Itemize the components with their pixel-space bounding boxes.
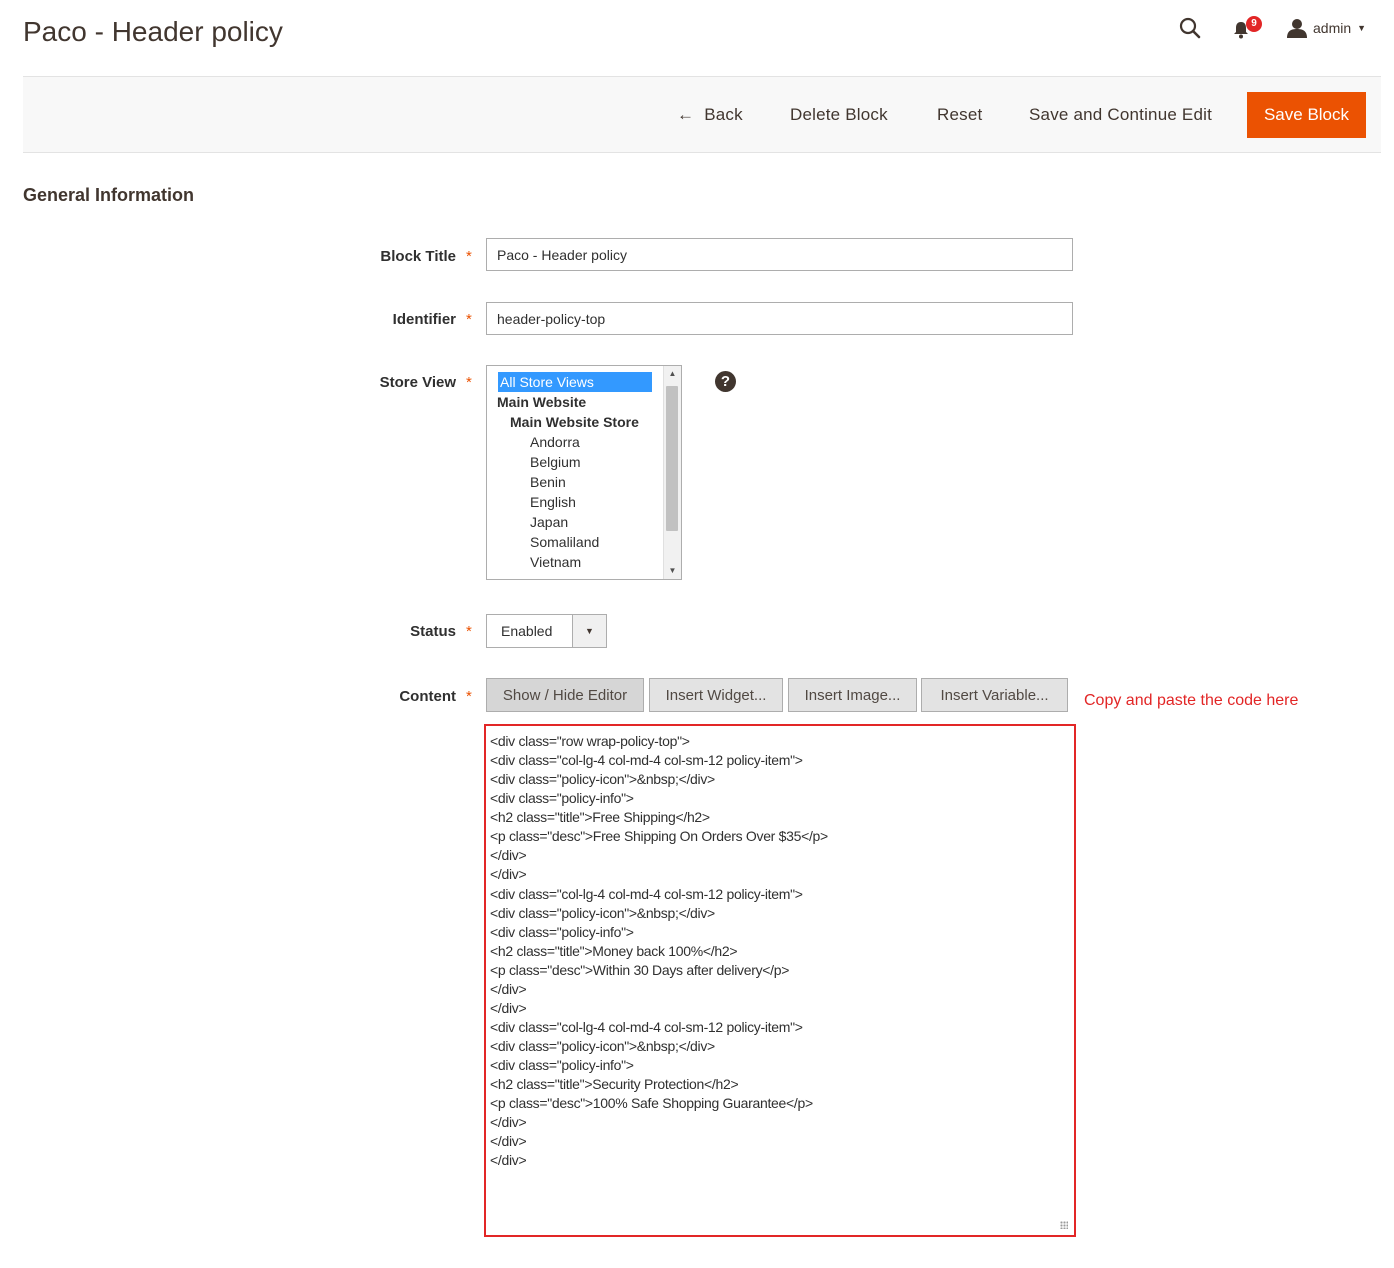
- page-title: Paco - Header policy: [23, 16, 283, 47]
- store-view-option[interactable]: English: [497, 492, 653, 512]
- delete-block-button[interactable]: Delete Block: [790, 92, 888, 138]
- code-line: <div class="col-lg-4 col-md-4 col-sm-12 …: [490, 752, 803, 769]
- reset-button[interactable]: Reset: [937, 92, 982, 138]
- store-view-options: All Store Views Main Website Main Websit…: [497, 372, 653, 572]
- store-view-option[interactable]: Belgium: [497, 452, 653, 472]
- admin-username: admin: [1313, 20, 1352, 36]
- store-view-option[interactable]: Andorra: [497, 432, 653, 452]
- back-label: Back: [704, 105, 743, 124]
- store-view-option[interactable]: Somaliland: [497, 532, 653, 552]
- required-marker: *: [466, 248, 472, 265]
- store-view-option[interactable]: Benin: [497, 472, 653, 492]
- required-marker: *: [466, 688, 472, 705]
- code-line: <h2 class="title">Security Protection</h…: [490, 1076, 739, 1093]
- store-view-option[interactable]: Main Website Store: [497, 412, 653, 432]
- section-title: General Information: [23, 185, 195, 205]
- code-line: <h2 class="title">Money back 100%</h2>: [490, 942, 738, 959]
- scroll-up-icon[interactable]: ▲: [664, 366, 681, 382]
- code-line: </div>: [490, 1114, 527, 1131]
- code-line: <div class="policy-info">: [490, 790, 634, 807]
- caret-down-icon: ▼: [1357, 23, 1367, 33]
- annotation-note: Copy and paste the code here: [1084, 692, 1299, 709]
- code-line: </div>: [490, 980, 527, 997]
- status-label: Status: [410, 623, 456, 640]
- store-view-multiselect[interactable]: All Store Views Main Website Main Websit…: [486, 365, 682, 580]
- code-line: <p class="desc">Within 30 Days after del…: [490, 961, 790, 978]
- content-textarea[interactable]: <div class="row wrap-policy-top"> <div cl…: [484, 724, 1076, 1237]
- content-code: <div class="row wrap-policy-top"> <div cl…: [490, 732, 828, 1170]
- insert-image-button[interactable]: Insert Image...: [788, 678, 917, 712]
- arrow-left-icon: ←: [677, 105, 695, 124]
- insert-widget-button[interactable]: Insert Widget...: [649, 678, 783, 712]
- code-line: <div class="col-lg-4 col-md-4 col-sm-12 …: [490, 885, 803, 902]
- notifications-button[interactable]: 9: [1232, 16, 1262, 42]
- content-label: Content: [399, 688, 456, 705]
- code-line: <div class="policy-info">: [490, 1057, 634, 1074]
- code-line: </div>: [490, 1133, 527, 1150]
- admin-user-menu[interactable]: admin ▼: [1287, 16, 1366, 40]
- notification-count-badge: 9: [1246, 16, 1262, 32]
- code-line: <p class="desc">100% Safe Shopping Guara…: [490, 1095, 813, 1112]
- help-icon[interactable]: ?: [715, 371, 736, 392]
- store-view-option[interactable]: Main Website: [497, 392, 653, 412]
- insert-variable-button[interactable]: Insert Variable...: [921, 678, 1068, 712]
- block-title-input[interactable]: [486, 238, 1073, 271]
- code-line: <div class="policy-info">: [490, 923, 634, 940]
- caret-down-icon: ▼: [572, 615, 606, 647]
- code-line: <div class="col-lg-4 col-md-4 col-sm-12 …: [490, 1018, 803, 1035]
- required-marker: *: [466, 374, 472, 391]
- scroll-down-icon[interactable]: ▼: [664, 563, 681, 579]
- identifier-label: Identifier: [392, 311, 456, 328]
- store-view-label: Store View: [379, 374, 456, 391]
- store-view-option[interactable]: Vietnam: [497, 552, 653, 572]
- code-line: </div>: [490, 866, 527, 883]
- code-line: </div>: [490, 1152, 527, 1169]
- code-line: <div class="row wrap-policy-top">: [490, 733, 690, 749]
- block-title-label: Block Title: [380, 248, 456, 265]
- show-hide-editor-button[interactable]: Show / Hide Editor: [486, 678, 644, 712]
- save-continue-button[interactable]: Save and Continue Edit: [1029, 92, 1212, 138]
- user-icon: [1287, 19, 1307, 38]
- status-select[interactable]: Enabled ▼: [486, 614, 607, 648]
- scrollbar-thumb[interactable]: [666, 386, 678, 531]
- store-view-scrollbar[interactable]: ▲ ▼: [663, 366, 681, 579]
- save-block-button[interactable]: Save Block: [1247, 92, 1366, 138]
- code-line: </div>: [490, 999, 527, 1016]
- search-icon: [1179, 17, 1201, 39]
- code-line: <p class="desc">Free Shipping On Orders …: [490, 828, 828, 845]
- required-marker: *: [466, 311, 472, 328]
- search-button[interactable]: [1174, 12, 1206, 44]
- resize-handle[interactable]: [1060, 1221, 1068, 1229]
- identifier-input[interactable]: [486, 302, 1073, 335]
- store-view-option[interactable]: All Store Views: [498, 372, 652, 392]
- code-line: <h2 class="title">Free Shipping</h2>: [490, 809, 710, 826]
- required-marker: *: [466, 623, 472, 640]
- status-value: Enabled: [501, 623, 553, 639]
- store-view-option[interactable]: Japan: [497, 512, 653, 532]
- back-button[interactable]: ← Back: [677, 92, 743, 138]
- code-line: <div class="policy-icon">&nbsp;</div>: [490, 771, 715, 788]
- code-line: <div class="policy-icon">&nbsp;</div>: [490, 1038, 715, 1054]
- code-line: <div class="policy-icon">&nbsp;</div>: [490, 904, 715, 921]
- code-line: </div>: [490, 847, 527, 864]
